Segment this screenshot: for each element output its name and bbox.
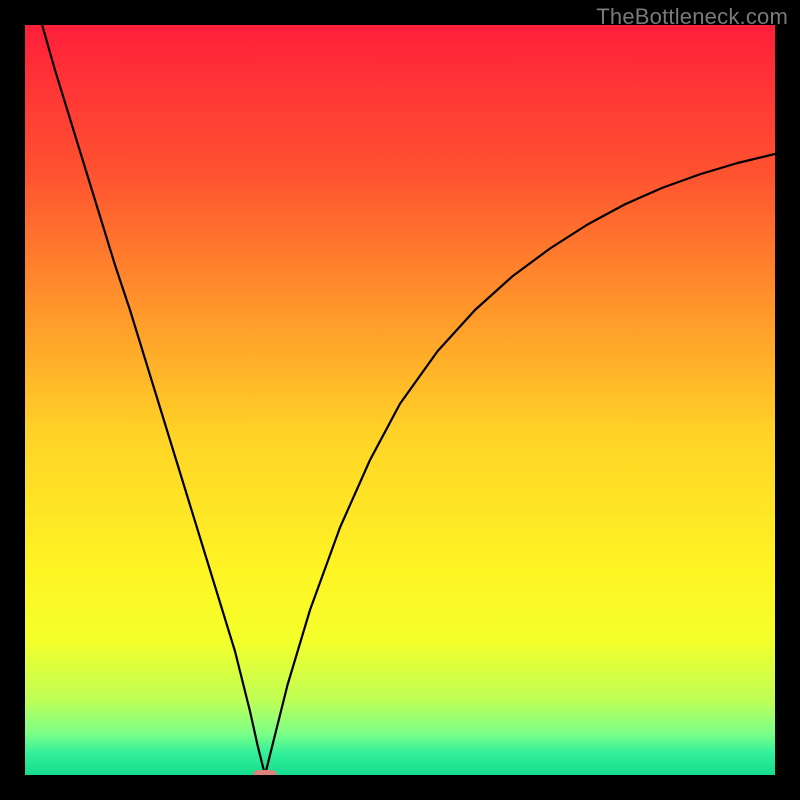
plot-area bbox=[25, 25, 775, 775]
minimum-marker bbox=[253, 770, 277, 775]
gradient-background bbox=[25, 25, 775, 775]
watermark-label: TheBottleneck.com bbox=[596, 4, 788, 30]
chart-container: TheBottleneck.com bbox=[0, 0, 800, 800]
chart-svg bbox=[25, 25, 775, 775]
